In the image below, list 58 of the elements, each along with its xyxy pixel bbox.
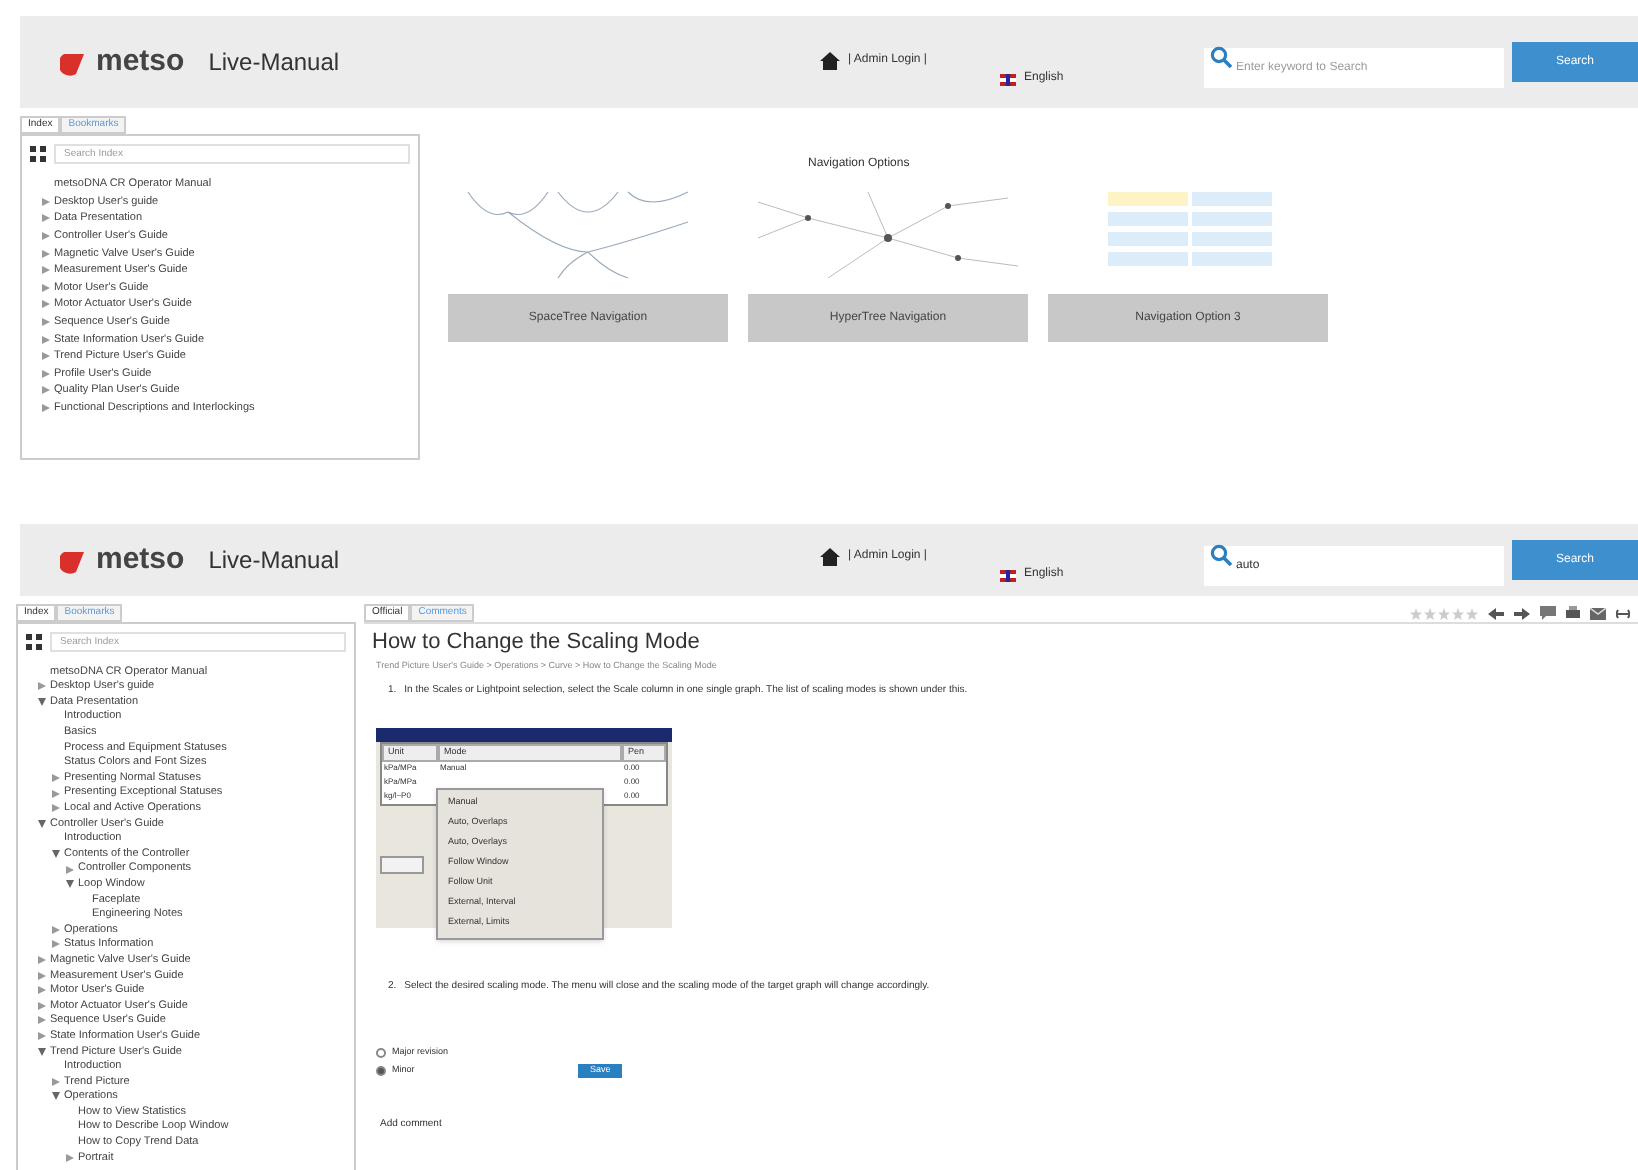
collapsed-triangle-icon[interactable] [42, 318, 50, 327]
collapsed-triangle-icon[interactable] [42, 335, 50, 344]
app-name: Live-Manual [208, 544, 340, 578]
flag-icon [1000, 569, 1016, 581]
collapsed-triangle-icon[interactable] [52, 804, 60, 813]
expanded-triangle-icon[interactable] [52, 849, 60, 858]
radio-button[interactable] [376, 1066, 386, 1076]
collapsed-triangle-icon[interactable] [42, 283, 50, 292]
logo-icon [60, 546, 88, 574]
collapsed-triangle-icon[interactable] [38, 1032, 46, 1041]
collapsed-triangle-icon[interactable] [42, 300, 50, 309]
collapsed-triangle-icon[interactable] [42, 386, 50, 395]
collapsed-triangle-icon[interactable] [42, 266, 50, 275]
logo-text: metso [96, 41, 185, 82]
collapsed-triangle-icon[interactable] [38, 986, 46, 995]
forward-arrow-icon [1514, 607, 1530, 619]
collapsed-triangle-icon[interactable] [52, 789, 60, 798]
home-icon [820, 52, 840, 70]
expanded-triangle-icon[interactable] [38, 1047, 46, 1056]
expanded-triangle-icon[interactable] [52, 1092, 60, 1101]
expanded-triangle-icon[interactable] [66, 880, 74, 889]
collapsed-triangle-icon[interactable] [42, 369, 50, 378]
expand-icon [1616, 607, 1630, 619]
expanded-triangle-icon[interactable] [38, 819, 46, 828]
collapsed-triangle-icon[interactable] [42, 404, 50, 413]
collapsed-triangle-icon[interactable] [42, 197, 50, 206]
collapsed-triangle-icon[interactable] [66, 865, 74, 874]
collapsed-triangle-icon[interactable] [52, 773, 60, 782]
collapsed-triangle-icon[interactable] [38, 1016, 46, 1025]
collapsed-triangle-icon[interactable] [66, 1153, 74, 1162]
small-button[interactable] [380, 855, 424, 874]
radio-button[interactable] [376, 1048, 386, 1059]
collapsed-triangle-icon[interactable] [52, 940, 60, 949]
search-icon [1210, 45, 1232, 67]
collapsed-triangle-icon[interactable] [42, 352, 50, 361]
print-icon [1566, 606, 1580, 620]
collapsed-triangle-icon[interactable] [52, 925, 60, 934]
search-icon [1210, 543, 1232, 565]
back-arrow-icon [1488, 607, 1504, 619]
logo-icon [60, 48, 88, 76]
home-icon [820, 548, 840, 566]
flag-icon [1000, 73, 1016, 85]
collapsed-triangle-icon[interactable] [38, 682, 46, 691]
logo-text: metso [96, 539, 185, 580]
collapsed-triangle-icon[interactable] [42, 232, 50, 241]
collapsed-triangle-icon[interactable] [38, 971, 46, 980]
expanded-triangle-icon[interactable] [38, 697, 46, 706]
collapsed-triangle-icon[interactable] [52, 1077, 60, 1086]
article-title: How to Change the Scaling Mode [372, 628, 702, 658]
comment-icon [1540, 606, 1556, 620]
grid-icon [26, 634, 42, 650]
app-name: Live-Manual [208, 46, 340, 80]
rating-stars[interactable] [1410, 607, 1478, 619]
collapsed-triangle-icon[interactable] [38, 956, 46, 965]
grid-icon [30, 146, 46, 162]
collapsed-triangle-icon[interactable] [42, 249, 50, 258]
collapsed-triangle-icon[interactable] [42, 214, 50, 223]
collapsed-triangle-icon[interactable] [38, 1001, 46, 1010]
